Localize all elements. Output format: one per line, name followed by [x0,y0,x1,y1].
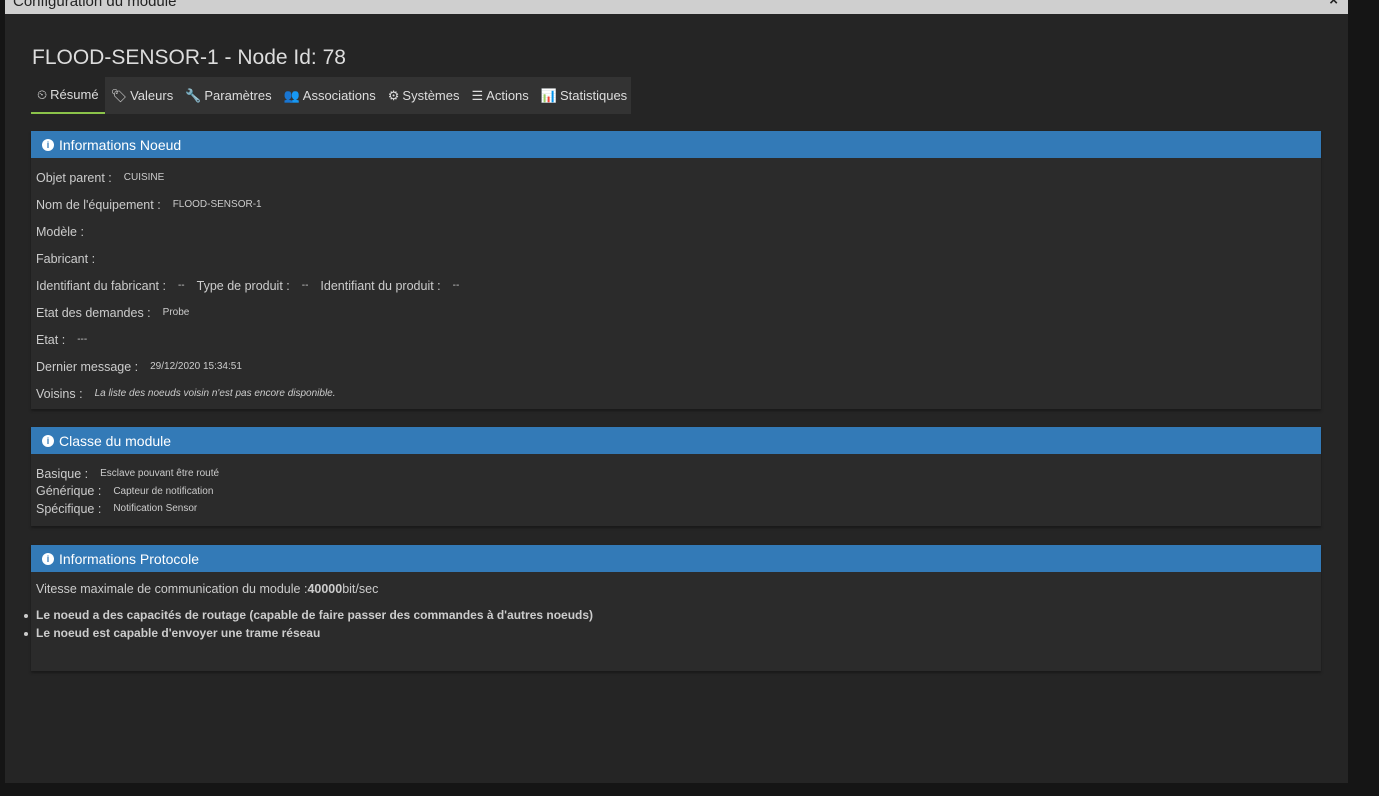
tag-icon: 🏷 [110,87,128,103]
speed-row: Vitesse maximale de communication du mod… [31,575,1321,602]
wrench-icon: 🔧 [185,87,202,103]
tab-systemes[interactable]: ⚙ Systèmes [382,77,466,114]
tab-label: Résumé [50,87,99,102]
request-state-row: Etat des demandes : Probe [31,299,1321,326]
label: Identifiant du produit : [320,278,441,293]
node-info-panel: i Informations Noeud Objet parent : CUISIN… [31,131,1321,409]
label: Modèle : [36,224,84,239]
label: Générique : [36,484,102,499]
tab-label: Associations [302,88,376,103]
label: Vitesse maximale de communication du mod… [36,581,308,596]
info-icon: i [42,138,54,151]
chart-icon: 📊 [540,87,557,103]
last-message-row: Dernier message : 29/12/2020 15:34:51 [31,353,1321,380]
ids-row: Identifiant du fabricant : -- Type de pro… [31,272,1321,299]
model-row: Modèle : [31,218,1321,245]
equipment-name-row: Nom de l'équipement : FLOOD-SENSOR-1 [31,191,1321,218]
module-class-panel: i Classe du module Basique : Esclave pouva… [31,427,1321,526]
basic-class-row: Basique : Esclave pouvant être routé [31,465,1321,483]
gears-icon: ⚙ [387,87,400,103]
value: FLOOD-SENSOR-1 [172,199,262,210]
close-icon[interactable]: × [1329,0,1338,9]
tab-actions[interactable]: ☰ Actions [466,77,535,114]
label: Voisins : [36,386,83,401]
tab-parametres[interactable]: 🔧 Paramètres [179,77,277,114]
panel-header: i Informations Noeud [31,131,1321,158]
manufacturer-row: Fabricant : [31,245,1321,272]
panel-header: i Classe du module [31,427,1321,454]
tab-label: Valeurs [130,88,174,103]
page-title: FLOOD-SENSOR-1 - Node Id: 78 [32,46,346,69]
value: -- [452,280,460,291]
tab-resume[interactable]: ⏲ Résumé [31,77,105,114]
protocol-panel: i Informations Protocole Vitesse maximale… [24,545,1321,671]
speed-unit: bit/sec [342,581,379,596]
module-config-dialog: Configuration du module × FLOOD-SENSOR-1… [5,0,1348,783]
label: Dernier message : [36,359,139,374]
value: CUISINE [123,172,165,183]
sliders-icon: ☰ [471,87,484,103]
specific-class-row: Spécifique : Notification Sensor [31,500,1321,518]
label: Etat des demandes : [36,305,151,320]
value: -- [301,280,309,291]
tab-valeurs[interactable]: 🏷 Valeurs [105,77,180,114]
label: Basique : [36,466,89,481]
label: Nom de l'équipement : [36,197,161,212]
users-icon: 👥 [283,87,300,103]
value: Esclave pouvant être routé [100,468,220,480]
capability-item: Le noeud est capable d'envoyer une trame… [24,626,1321,644]
value: -- [177,280,185,291]
label: Spécifique : [36,501,102,516]
label: Objet parent : [36,170,112,185]
tab-label: Paramètres [204,88,272,103]
value: Notification Sensor [113,503,198,515]
label: Type de produit : [196,278,290,293]
label: Fabricant : [36,251,96,266]
info-icon: i [42,434,54,447]
parent-object-row: Objet parent : CUISINE [31,164,1321,191]
generic-class-row: Générique : Capteur de notification [31,483,1321,501]
tab-statistiques[interactable]: 📊 Statistiques [535,77,633,114]
neighbors-row: Voisins : La liste des noeuds voisin n'es… [31,380,1321,407]
state-row: Etat : --- [31,326,1321,353]
dashboard-icon: ⏲ [37,86,48,102]
tab-associations[interactable]: 👥 Associations [278,77,382,114]
tab-bar: ⏲ Résumé 🏷 Valeurs 🔧 Paramètres 👥 Associatio… [31,77,631,114]
capability-item: Le noeud a des capacités de routage (cap… [24,608,1321,626]
value: La liste des noeuds voisin n'est pas enc… [94,388,336,399]
panel-title: Informations Noeud [59,136,182,153]
label: Identifiant du fabricant : [36,278,166,293]
tab-label: Actions [486,88,529,103]
panel-title: Informations Protocole [59,550,200,567]
value: 29/12/2020 15:34:51 [150,361,242,372]
panel-header: i Informations Protocole [31,545,1321,572]
label: Etat : [36,332,66,347]
dialog-title: Configuration du module [13,0,177,10]
tab-label: Systèmes [402,88,460,103]
value: --- [77,334,88,345]
panel-title: Classe du module [59,432,172,449]
speed-value: 40000 [307,581,343,596]
tab-label: Statistiques [559,88,628,103]
value: Probe [162,307,190,318]
value: Capteur de notification [113,485,214,497]
dialog-titlebar: Configuration du module × [5,0,1348,14]
info-icon: i [42,552,54,565]
